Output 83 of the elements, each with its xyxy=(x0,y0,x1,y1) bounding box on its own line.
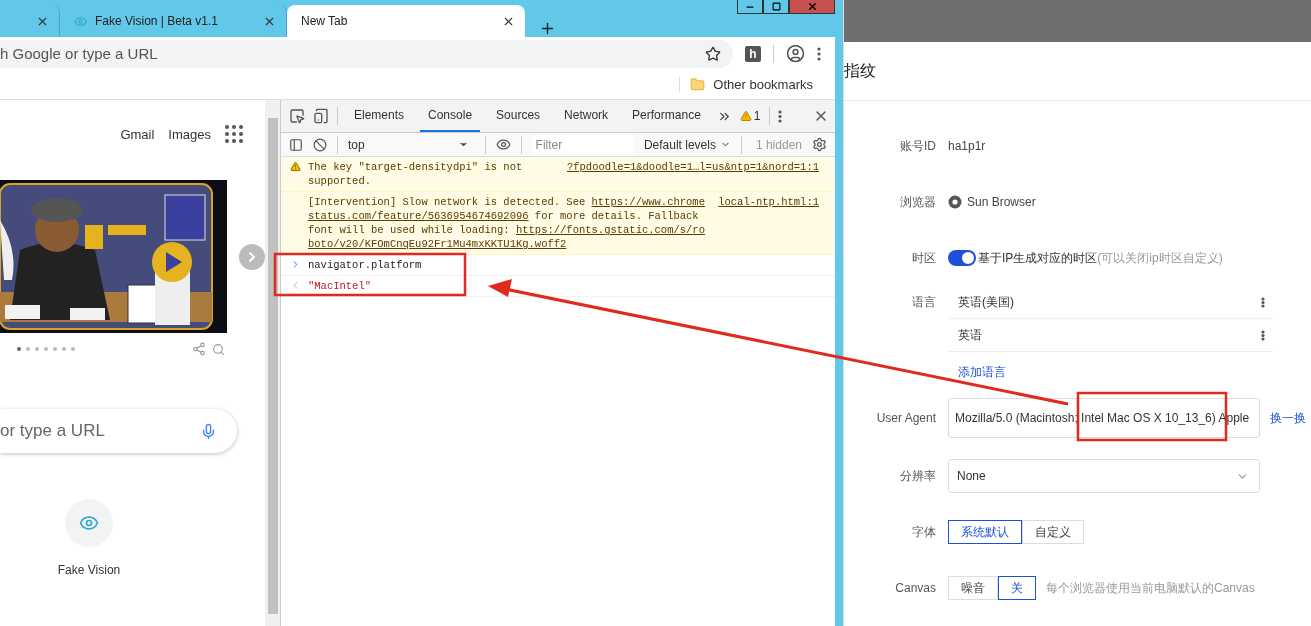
field-label: 账号ID xyxy=(899,137,936,155)
source-link[interactable]: ?fpdoodle=1&doodle=1…l=us&ntp=1&nord=1:1 xyxy=(566,160,819,174)
profile-icon xyxy=(786,44,805,63)
field-label: 语言 xyxy=(911,294,936,311)
add-language-link[interactable]: 添加语言 xyxy=(948,352,1273,381)
search-field[interactable]: or type a URL xyxy=(0,409,237,453)
devtools-tab[interactable]: Sources xyxy=(488,100,549,132)
option-button[interactable]: 自定义 xyxy=(1022,520,1084,544)
carousel-dot[interactable] xyxy=(71,347,75,351)
apps-grid-icon[interactable] xyxy=(225,125,243,143)
devtools-tab[interactable]: Performance xyxy=(624,100,709,132)
more-icon[interactable] xyxy=(1261,329,1265,341)
carousel-dot[interactable] xyxy=(53,347,57,351)
field-label: 字体 xyxy=(911,523,936,541)
context-select[interactable]: top xyxy=(347,137,475,152)
console-message: The key "target-densitydpi" is not supported. xyxy=(308,161,523,187)
field-value: Sun Browser xyxy=(967,195,1036,209)
address-bar[interactable]: h Google or type a URL xyxy=(0,39,733,68)
carousel-dot[interactable] xyxy=(62,347,66,351)
minimize-button[interactable] xyxy=(737,0,763,14)
levels-dropdown[interactable]: Default levels xyxy=(643,137,731,152)
hint-text: 每个浏览器使用当前电脑默认的Canvas xyxy=(1046,579,1255,597)
microphone-icon xyxy=(200,422,217,440)
menu-icon[interactable] xyxy=(817,46,821,61)
browser-tab[interactable]: New Tab xyxy=(287,5,525,37)
shortcut-label[interactable]: Fake Vision xyxy=(57,563,121,577)
header-link[interactable]: Images xyxy=(168,126,211,142)
carousel-dot[interactable] xyxy=(17,347,21,351)
source-link[interactable]: local-ntp.html:1 xyxy=(718,195,819,209)
share-icon xyxy=(192,342,206,356)
option-button[interactable]: 噪音 xyxy=(948,576,998,600)
field-label: 浏览器 xyxy=(899,193,936,211)
menu-icon[interactable] xyxy=(777,109,782,123)
field-label: User Agent xyxy=(875,411,936,425)
new-tab-icon xyxy=(539,20,556,37)
header-link[interactable]: Gmail xyxy=(120,126,155,142)
carousel-dot[interactable] xyxy=(44,347,48,351)
close-icon xyxy=(806,1,818,12)
eye-icon xyxy=(79,513,99,533)
search-icon xyxy=(212,342,225,356)
bookmark-folder[interactable]: Other bookmarks xyxy=(679,77,813,92)
warning-counter[interactable]: 1 xyxy=(739,109,761,123)
shuffle-link[interactable]: 换一换 xyxy=(1270,409,1306,427)
carousel-dot[interactable] xyxy=(35,347,39,351)
option-button[interactable]: 关 xyxy=(998,576,1036,600)
warning-icon xyxy=(289,161,301,172)
field-label: Canvas xyxy=(894,581,936,595)
clear-icon xyxy=(313,137,327,152)
browser-logo-icon xyxy=(948,195,962,209)
option-button[interactable]: 系统默认 xyxy=(948,520,1022,544)
star-icon xyxy=(705,45,721,62)
next-arrow-button[interactable] xyxy=(239,243,265,270)
filter-field[interactable]: Filter xyxy=(531,134,634,155)
field-value: ha1p1r xyxy=(948,139,986,153)
console-message: [Intervention] Slow network is detected. See https://www.chromestatus.com/feature/5636954674692096 for more details. Fallback font will be used while loading: https://fonts.gstatic.com/s/roboto/v20/KFOmCnqEu92Fr1Mu4mxKKTU1Kg.woff2 xyxy=(308,196,705,250)
devtools-tab[interactable]: Network xyxy=(556,100,617,132)
maximize-icon xyxy=(771,2,781,11)
switch-label: 基于IP生成对应的时区(可以关闭ip时区自定义) xyxy=(978,249,1223,267)
devtools-tab[interactable]: Elements xyxy=(346,100,413,132)
language-name: 英语 xyxy=(958,326,982,344)
more-icon[interactable] xyxy=(1261,296,1265,308)
eye-icon xyxy=(74,14,87,28)
resolution-select[interactable]: None xyxy=(948,459,1260,493)
result-text: "MacIntel" xyxy=(308,280,371,292)
toggle-switch[interactable] xyxy=(948,250,976,266)
scrollbar-thumb[interactable] xyxy=(267,118,278,614)
carousel-dot[interactable] xyxy=(26,347,30,351)
close-button[interactable] xyxy=(789,0,835,14)
folder-icon xyxy=(690,77,706,92)
device-toggle-icon xyxy=(313,108,329,124)
field-label: 时区 xyxy=(911,249,936,267)
settings-icon xyxy=(812,137,827,152)
extension-button[interactable]: h xyxy=(745,45,761,62)
maximize-button[interactable] xyxy=(763,0,789,14)
panel-title: 指纹 xyxy=(844,42,1311,101)
sidebar-icon xyxy=(289,137,303,152)
eye-icon xyxy=(495,137,511,152)
language-name: 英语(美国) xyxy=(958,293,1014,311)
hidden-count: 1 hidden xyxy=(755,137,802,152)
command-text: navigator.platform xyxy=(308,259,422,271)
field-label: 分辨率 xyxy=(899,467,936,485)
inspect-icon xyxy=(289,108,305,124)
shortcut-tile[interactable] xyxy=(65,499,113,547)
